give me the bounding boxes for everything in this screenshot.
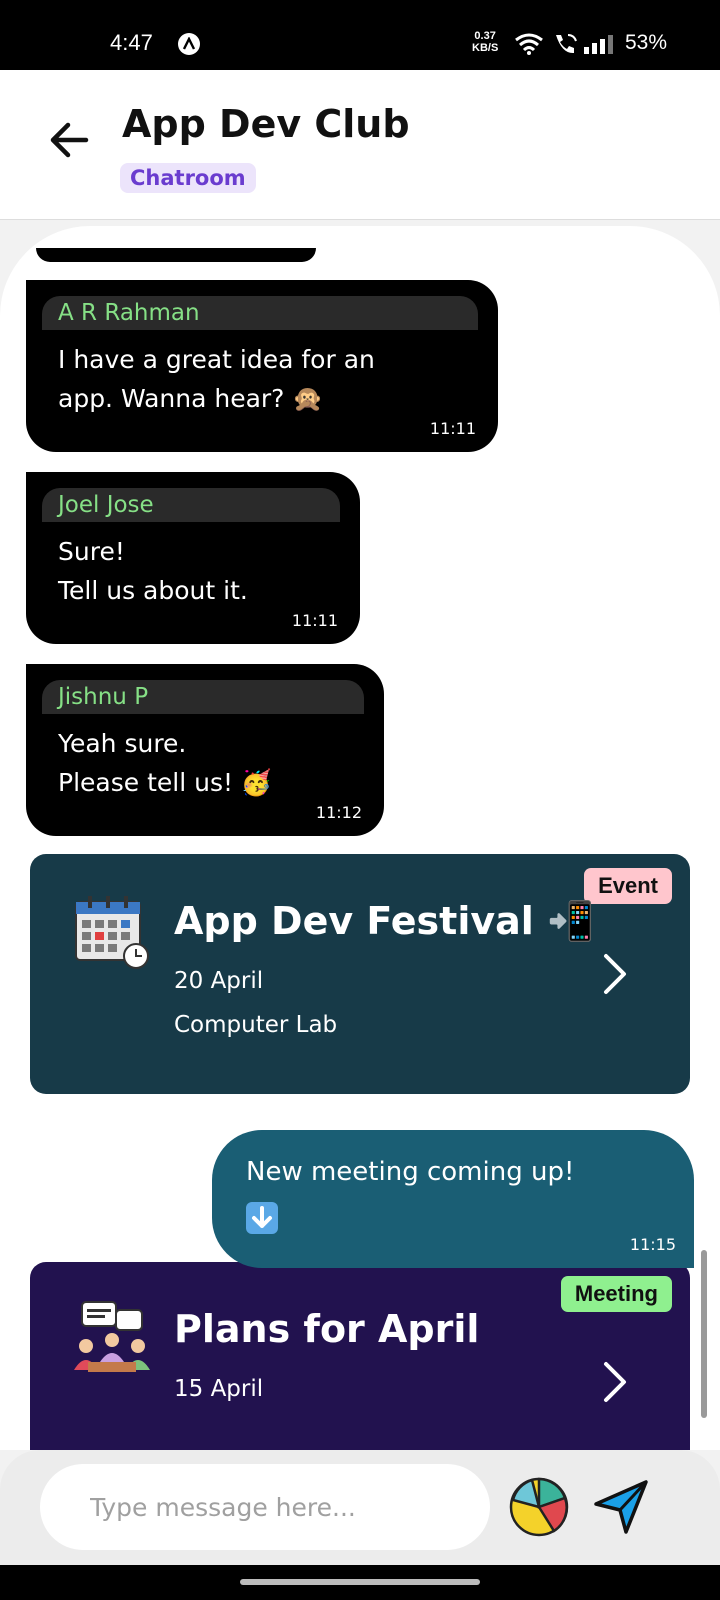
send-icon	[594, 1480, 648, 1534]
signal-icon	[584, 35, 613, 54]
wifi-icon	[515, 33, 543, 55]
previous-message-bubble	[36, 248, 316, 262]
message-text: Yeah sure. Please tell us! 🥳	[58, 729, 273, 797]
meeting-card[interactable]: Meeting Plans for April 15 April	[30, 1262, 690, 1450]
event-badge: Event	[584, 868, 672, 904]
scrollbar[interactable]	[701, 1250, 707, 1418]
status-time: 4:47	[110, 30, 153, 55]
message-text: Sure! Tell us about it.	[58, 537, 248, 605]
message-time: 11:11	[291, 611, 338, 630]
system-navigation-bar	[0, 1565, 720, 1600]
message-text: New meeting coming up!	[246, 1157, 575, 1187]
down-arrow-emoji-icon	[246, 1202, 278, 1234]
chevron-right-icon	[604, 1362, 626, 1402]
event-title: App Dev Festival 📲	[174, 899, 595, 943]
meeting-date: 15 April	[174, 1376, 264, 1402]
wifi-calling-icon	[556, 34, 577, 54]
arrow-left-icon	[50, 122, 89, 158]
message-bubble[interactable]: A R Rahman I have a great idea for an ap…	[26, 280, 498, 452]
message-text: I have a great idea for an app. Wanna he…	[58, 345, 375, 413]
message-time: 11:15	[629, 1235, 676, 1254]
message-time: 11:11	[429, 419, 476, 438]
message-bubble[interactable]: Jishnu P Yeah sure. Please tell us! 🥳 11…	[26, 664, 384, 836]
message-sender: Joel Jose	[42, 488, 340, 522]
message-input[interactable]	[40, 1464, 490, 1550]
app-notification-icon	[178, 33, 200, 55]
event-date: 20 April	[174, 968, 264, 994]
network-speed-unit: KB/S	[472, 42, 499, 54]
calendar-icon	[75, 896, 149, 969]
page-title: App Dev Club	[122, 102, 410, 146]
battery-level: 53%	[625, 31, 668, 54]
back-button[interactable]	[46, 117, 92, 163]
meeting-title: Plans for April	[174, 1307, 480, 1351]
message-sender: A R Rahman	[42, 296, 478, 330]
meeting-people-icon	[74, 1301, 150, 1372]
chevron-right-icon	[604, 954, 626, 994]
chat-header: App Dev Club Chatroom	[0, 70, 720, 220]
network-speed-value: 0.37	[474, 30, 496, 42]
message-sender: Jishnu P	[42, 680, 364, 714]
status-bar: 4:47 0.37 KB/S 53%	[0, 0, 720, 70]
chatroom-chip: Chatroom	[120, 163, 256, 193]
meeting-badge: Meeting	[560, 1276, 672, 1312]
event-location: Computer Lab	[174, 1012, 338, 1038]
attachment-button[interactable]	[508, 1476, 570, 1538]
network-speed: 0.37 KB/S	[472, 30, 498, 54]
message-bubble[interactable]: Joel Jose Sure! Tell us about it. 11:11	[26, 472, 360, 644]
message-input-bar	[0, 1450, 720, 1565]
own-message-bubble[interactable]: New meeting coming up! 11:15	[212, 1130, 694, 1268]
event-card[interactable]: Event App Dev Festival 📲 20 April Comput…	[30, 854, 690, 1094]
home-gesture-handle[interactable]	[240, 1579, 480, 1585]
send-button[interactable]	[590, 1476, 652, 1538]
pie-chart-icon	[509, 1477, 569, 1537]
message-time: 11:12	[315, 803, 362, 822]
